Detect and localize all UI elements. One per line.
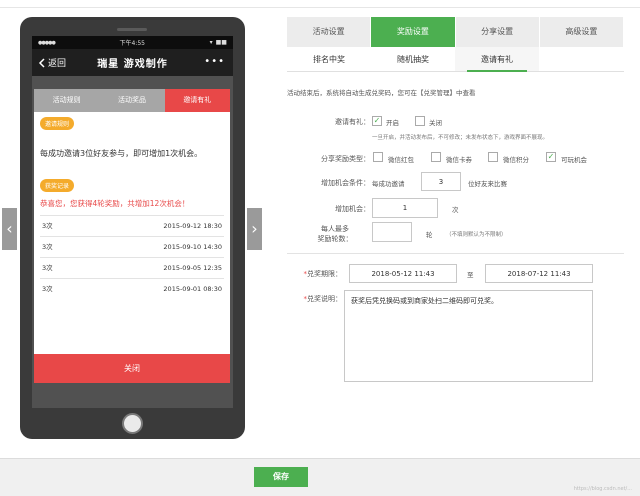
rule-badge: 邀请规则: [40, 117, 75, 130]
record-row: 3次 2015-09-01 08:30: [40, 278, 224, 299]
check-icon: ✓: [373, 116, 381, 125]
chevron-left-icon: ‹: [6, 219, 13, 238]
dialog-tab-prizes[interactable]: 活动奖品: [99, 89, 165, 112]
dialog-body: 邀请规则 每成功邀请3位好友参与，即可增加1次机会。 获奖记录 恭喜您，您获得4…: [34, 112, 230, 354]
carousel-prev-button[interactable]: ‹: [2, 208, 17, 250]
record-row: 3次 2015-09-10 14:30: [40, 236, 224, 257]
add-chance-input[interactable]: [372, 198, 438, 218]
tab-reward-settings[interactable]: 奖励设置: [371, 17, 456, 47]
period-end-input[interactable]: [485, 264, 593, 283]
signal-icon: ●●●●●: [38, 39, 56, 46]
footer-bar: 保存: [0, 458, 640, 496]
tab-advanced-settings[interactable]: 高级设置: [539, 17, 624, 47]
main-tabs: 活动设置 奖励设置 分享设置 高级设置: [287, 17, 624, 47]
invite-hint: 一旦开启，并活动发布后，不可修改；未发布状态下，游戏界面不展现。: [372, 135, 549, 141]
share-type-label: 分享奖励类型：: [321, 155, 370, 163]
record-date: 2015-09-12 18:30: [163, 222, 222, 230]
save-button[interactable]: 保存: [254, 467, 308, 487]
period-label: *兑奖期限：: [303, 270, 343, 278]
max-rounds-label-line1: 每人最多: [321, 225, 349, 233]
reward-description: 活动结束后，系统将自动生成兑奖码，您可在【兑奖管理】中查看: [287, 89, 476, 97]
condition-label: 增加机会条件：: [321, 179, 370, 187]
instructions-textarea[interactable]: 获奖后凭兑换码或到商家处扫二维码即可兑奖。: [344, 290, 593, 382]
watermark: https://blog.csdn.net/...: [573, 486, 632, 492]
dialog-tab-invite[interactable]: 邀请有礼: [164, 89, 230, 112]
invite-on-checkbox[interactable]: ✓: [372, 116, 382, 126]
max-rounds-input[interactable]: [372, 222, 412, 242]
period-to-label: 至: [467, 271, 474, 279]
max-rounds-unit: 轮: [426, 231, 433, 239]
tab-activity-settings[interactable]: 活动设置: [287, 17, 372, 47]
play-chance-checkbox[interactable]: ✓: [546, 152, 556, 162]
battery-icon: ■■: [215, 39, 227, 46]
record-date: 2015-09-10 14:30: [163, 243, 222, 251]
subtab-ranking[interactable]: 排名中奖: [287, 47, 371, 71]
status-time: 下午4:55: [119, 40, 145, 47]
check-icon: ✓: [547, 152, 555, 161]
record-badge: 获奖记录: [40, 179, 75, 192]
dialog-tab-rules[interactable]: 活动规则: [34, 89, 100, 112]
home-button: [122, 413, 143, 434]
tab-share-settings[interactable]: 分享设置: [455, 17, 540, 47]
add-chance-label: 增加机会：: [335, 205, 370, 213]
record-times: 3次: [42, 222, 53, 230]
more-icon[interactable]: •••: [204, 56, 225, 67]
record-times: 3次: [42, 264, 53, 272]
settings-panel: 活动设置 奖励设置 分享设置 高级设置 排名中奖 随机抽奖 邀请有礼: [287, 17, 624, 72]
record-date: 2015-09-01 08:30: [163, 285, 222, 293]
invite-dialog: 活动规则 活动奖品 邀请有礼 邀请规则 每成功邀请3位好友参与，即可增加1次机会…: [34, 89, 230, 383]
wechat-points-label: 微信积分: [503, 156, 529, 164]
wechat-redpacket-label: 微信红包: [388, 156, 414, 164]
app-navbar: 返回 瑞星 游戏制作 •••: [32, 49, 233, 76]
max-rounds-label-line2: 奖励轮数：: [317, 235, 353, 243]
phone-speaker: [117, 28, 147, 31]
wechat-card-label: 微信卡券: [446, 156, 472, 164]
top-divider: [0, 7, 640, 8]
rule-text: 每成功邀请3位好友参与，即可增加1次机会。: [40, 149, 203, 158]
wechat-points-checkbox[interactable]: [488, 152, 498, 162]
invite-off-checkbox[interactable]: [415, 116, 425, 126]
subtab-random-draw[interactable]: 随机抽奖: [371, 47, 455, 71]
period-label-text: 兑奖期限：: [307, 270, 342, 278]
chevron-right-icon: ›: [251, 219, 258, 238]
sub-tabs: 排名中奖 随机抽奖 邀请有礼: [287, 47, 624, 72]
condition-suffix: 位好友来比赛: [468, 180, 507, 188]
invite-count-input[interactable]: [421, 172, 461, 191]
invite-label: 邀请有礼：: [335, 118, 370, 126]
wechat-redpacket-checkbox[interactable]: [373, 152, 383, 162]
congrats-text: 恭喜您，您获得4轮奖励，共增加12次机会！: [40, 199, 190, 208]
play-chance-label: 可玩机会: [561, 156, 587, 164]
instructions-label: *兑奖说明：: [303, 295, 343, 303]
section-divider: [287, 253, 624, 254]
add-chance-unit: 次: [452, 206, 459, 214]
wechat-card-checkbox[interactable]: [431, 152, 441, 162]
record-row: 3次 2015-09-12 18:30: [40, 215, 224, 236]
invite-on-label: 开启: [386, 119, 399, 127]
invite-off-label: 关闭: [429, 119, 442, 127]
record-row: 3次 2015-09-05 12:35: [40, 257, 224, 278]
carousel-next-button[interactable]: ›: [247, 208, 262, 250]
instructions-label-text: 兑奖说明：: [307, 295, 342, 303]
record-times: 3次: [42, 243, 53, 251]
period-start-input[interactable]: [349, 264, 457, 283]
subtab-invite[interactable]: 邀请有礼: [455, 47, 539, 72]
phone-screen: ●●●●● 下午4:55 ▾ ■■ 返回 瑞星 游戏制作 ••• 活动规则 活动…: [32, 36, 233, 408]
dialog-tabs: 活动规则 活动奖品 邀请有礼: [34, 89, 230, 112]
max-rounds-hint: （不填则默认为不限制）: [446, 232, 507, 238]
dialog-close-button[interactable]: 关闭: [34, 354, 230, 383]
record-times: 3次: [42, 285, 53, 293]
app-title: 瑞星 游戏制作: [97, 59, 168, 70]
status-bar: ●●●●● 下午4:55 ▾ ■■: [32, 36, 233, 49]
condition-prefix: 每成功邀请: [372, 180, 405, 188]
phone-preview: ●●●●● 下午4:55 ▾ ■■ 返回 瑞星 游戏制作 ••• 活动规则 活动…: [20, 17, 245, 439]
record-date: 2015-09-05 12:35: [163, 264, 222, 272]
carrier-icon: ▾: [209, 39, 213, 46]
